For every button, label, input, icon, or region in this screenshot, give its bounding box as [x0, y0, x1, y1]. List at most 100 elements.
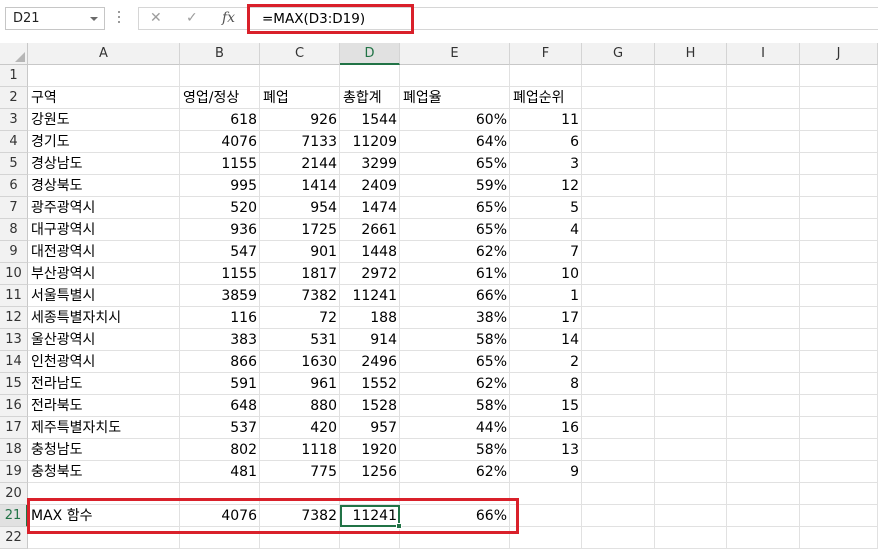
cell[interactable] [582, 109, 655, 131]
header-cell[interactable]: 폐업율 [400, 87, 510, 109]
table-cell[interactable]: 420 [260, 417, 340, 439]
cell[interactable] [727, 395, 800, 417]
table-cell[interactable]: 10 [510, 263, 582, 285]
cell[interactable] [655, 109, 727, 131]
row-header-4[interactable]: 4 [0, 131, 28, 153]
cell[interactable] [800, 505, 878, 527]
cell[interactable] [800, 87, 878, 109]
cell[interactable] [727, 351, 800, 373]
table-cell[interactable]: 531 [260, 329, 340, 351]
cell[interactable] [28, 65, 180, 87]
table-cell[interactable]: 15 [510, 395, 582, 417]
table-cell[interactable]: 62% [400, 241, 510, 263]
cell[interactable] [727, 285, 800, 307]
cell[interactable] [340, 65, 400, 87]
cell[interactable] [727, 329, 800, 351]
column-header-j[interactable]: J [800, 43, 878, 65]
row-header-20[interactable]: 20 [0, 483, 28, 505]
table-cell[interactable]: 4 [510, 219, 582, 241]
name-box[interactable]: D21 [5, 7, 105, 30]
table-cell[interactable]: 14 [510, 329, 582, 351]
row-header-18[interactable]: 18 [0, 439, 28, 461]
row-header-13[interactable]: 13 [0, 329, 28, 351]
cell[interactable] [800, 65, 878, 87]
cell[interactable] [582, 263, 655, 285]
cell[interactable] [800, 527, 878, 549]
cell[interactable] [510, 527, 582, 549]
table-cell[interactable]: 경기도 [28, 131, 180, 153]
table-cell[interactable]: 2972 [340, 263, 400, 285]
column-header-c[interactable]: C [260, 43, 340, 65]
cell[interactable] [800, 461, 878, 483]
cell[interactable] [655, 373, 727, 395]
table-cell[interactable]: 13 [510, 439, 582, 461]
cell[interactable] [727, 505, 800, 527]
column-header-b[interactable]: B [180, 43, 260, 65]
table-cell[interactable]: 72 [260, 307, 340, 329]
cell[interactable] [260, 65, 340, 87]
cell[interactable] [582, 65, 655, 87]
table-cell[interactable]: 926 [260, 109, 340, 131]
cell[interactable] [800, 241, 878, 263]
cell[interactable] [582, 285, 655, 307]
table-cell[interactable]: 3859 [180, 285, 260, 307]
table-cell[interactable]: 59% [400, 175, 510, 197]
table-cell[interactable]: 부산광역시 [28, 263, 180, 285]
table-cell[interactable]: 880 [260, 395, 340, 417]
table-cell[interactable]: 11209 [340, 131, 400, 153]
table-cell[interactable]: 서울특별시 [28, 285, 180, 307]
cell[interactable] [655, 461, 727, 483]
column-header-e[interactable]: E [400, 43, 510, 65]
row-header-16[interactable]: 16 [0, 395, 28, 417]
table-cell[interactable]: 188 [340, 307, 400, 329]
cell[interactable] [727, 527, 800, 549]
table-cell[interactable]: 537 [180, 417, 260, 439]
cell[interactable] [582, 219, 655, 241]
row-header-6[interactable]: 6 [0, 175, 28, 197]
cell[interactable] [582, 197, 655, 219]
cell[interactable] [800, 131, 878, 153]
cell[interactable] [400, 65, 510, 87]
cell[interactable] [655, 285, 727, 307]
cell[interactable] [800, 417, 878, 439]
cell[interactable] [727, 65, 800, 87]
table-cell[interactable]: 세종특별자치시 [28, 307, 180, 329]
cell[interactable] [800, 307, 878, 329]
table-cell[interactable]: 520 [180, 197, 260, 219]
cell[interactable] [800, 285, 878, 307]
cell[interactable] [655, 527, 727, 549]
cell[interactable] [800, 197, 878, 219]
cell[interactable] [800, 219, 878, 241]
cell[interactable] [655, 131, 727, 153]
table-cell[interactable]: 957 [340, 417, 400, 439]
cell[interactable] [655, 307, 727, 329]
column-header-g[interactable]: G [582, 43, 655, 65]
table-cell[interactable]: 7133 [260, 131, 340, 153]
table-cell[interactable]: 7 [510, 241, 582, 263]
cell[interactable] [800, 395, 878, 417]
cell[interactable] [727, 307, 800, 329]
cell[interactable] [727, 197, 800, 219]
cell[interactable] [727, 175, 800, 197]
table-cell[interactable]: 울산광역시 [28, 329, 180, 351]
cell[interactable] [727, 219, 800, 241]
cell[interactable] [655, 153, 727, 175]
cell[interactable] [582, 373, 655, 395]
table-cell[interactable]: 11 [510, 109, 582, 131]
table-cell[interactable]: 954 [260, 197, 340, 219]
table-cell[interactable]: 914 [340, 329, 400, 351]
cell[interactable] [727, 417, 800, 439]
cell[interactable] [582, 417, 655, 439]
cell[interactable] [727, 131, 800, 153]
cell[interactable] [727, 439, 800, 461]
cancel-icon[interactable]: ✕ [150, 10, 162, 26]
cell[interactable] [655, 241, 727, 263]
cell[interactable] [582, 527, 655, 549]
header-cell[interactable]: 영업/정상 [180, 87, 260, 109]
table-cell[interactable]: 66% [400, 285, 510, 307]
row-header-12[interactable]: 12 [0, 307, 28, 329]
insert-function-icon[interactable]: fx [222, 10, 235, 26]
cell[interactable] [582, 175, 655, 197]
cell[interactable] [800, 373, 878, 395]
row-header-3[interactable]: 3 [0, 109, 28, 131]
